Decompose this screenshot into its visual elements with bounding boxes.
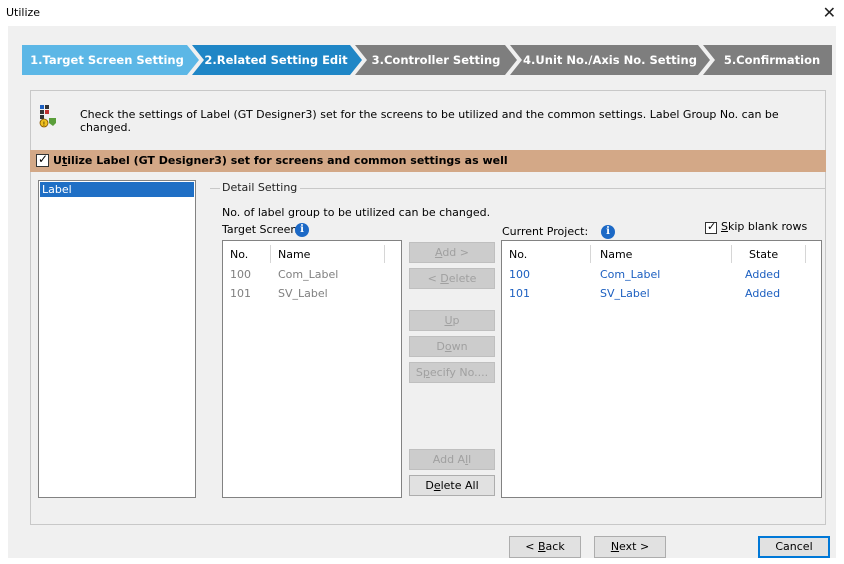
back-rest: ack	[545, 540, 565, 553]
add-all-button[interactable]: Add All	[409, 449, 495, 470]
down-rest: wn	[451, 340, 468, 353]
current-col-no[interactable]: No.	[509, 248, 527, 261]
target-col-no[interactable]: No.	[230, 248, 248, 261]
back-button[interactable]: < Back	[509, 536, 581, 558]
utilize-label-prefix: U	[53, 154, 62, 167]
cancel-button[interactable]: Cancel	[758, 536, 830, 558]
current-col-sep-2	[731, 245, 732, 263]
current-col-sep-1	[590, 245, 591, 263]
specify-prefix: S	[415, 366, 423, 379]
current-row-1-name[interactable]: Com_Label	[600, 268, 660, 281]
target-row-1-name[interactable]: Com_Label	[278, 268, 338, 281]
add-button[interactable]: Add >	[409, 242, 495, 263]
down-button[interactable]: Down	[409, 336, 495, 357]
next-accel: N	[610, 540, 620, 553]
up-accel: U	[444, 314, 453, 327]
target-info-icon[interactable]: i	[295, 223, 309, 237]
info-row: ! Check the settings of Label (GT Design…	[38, 100, 826, 140]
utilize-band: Utilize Label (GT Designer3) set for scr…	[30, 150, 826, 172]
next-rest: ext >	[619, 540, 650, 553]
down-prefix: D	[436, 340, 445, 353]
current-row-2-no[interactable]: 101	[509, 287, 530, 300]
group-divider-left	[210, 188, 220, 189]
delete-button[interactable]: < Delete	[409, 268, 495, 289]
skip-label-accel: S	[721, 220, 728, 233]
detail-setting-label: Detail Setting	[222, 181, 298, 194]
specify-accel: p	[422, 366, 430, 379]
step-1: 1.Target Screen Setting	[22, 45, 192, 75]
current-row-1-no[interactable]: 100	[509, 268, 530, 281]
current-row-2-state[interactable]: Added	[745, 287, 780, 300]
add-rest: dd >	[442, 246, 470, 259]
target-row-2-no[interactable]: 101	[230, 287, 251, 300]
wizard-steps: 1.Target Screen Setting 2.Related Settin…	[22, 45, 832, 75]
add-all-rest: l	[468, 453, 472, 466]
delete-all-button[interactable]: Delete All	[409, 475, 495, 496]
window-title: Utilize	[6, 6, 41, 19]
step-2: 2.Related Setting Edit	[200, 45, 352, 75]
up-rest: p	[452, 314, 460, 327]
step-4-label: 4.Unit No./Axis No. Setting	[523, 53, 697, 67]
detail-description: No. of label group to be utilized can be…	[222, 206, 491, 219]
delete-rest: elete	[448, 272, 477, 285]
skip-label-rest: kip blank rows	[727, 220, 808, 233]
skip-blank-rows-box[interactable]	[705, 220, 717, 234]
utilize-label-rest: ilize Label (GT Designer3) set for scree…	[67, 154, 508, 167]
back-accel: B	[538, 540, 546, 553]
target-screen-list[interactable]: No. Name 100 Com_Label 101 SV_Label	[222, 240, 402, 498]
current-row-1-state[interactable]: Added	[745, 268, 780, 281]
target-col-sep-1	[270, 245, 271, 263]
next-button[interactable]: Next >	[594, 536, 666, 558]
up-button[interactable]: Up	[409, 310, 495, 331]
current-col-state[interactable]: State	[749, 248, 778, 261]
group-divider-right	[300, 188, 826, 189]
skip-blank-rows-label: Skip blank rows	[721, 220, 807, 233]
current-col-sep-3	[805, 245, 806, 263]
close-icon[interactable]: ✕	[823, 3, 836, 22]
delete-accel: D	[440, 272, 449, 285]
step-4: 4.Unit No./Axis No. Setting	[518, 45, 702, 75]
specify-no-button[interactable]: Specify No....	[409, 362, 495, 383]
current-row-2-name[interactable]: SV_Label	[600, 287, 650, 300]
delete-prefix: <	[427, 272, 441, 285]
back-prefix: <	[525, 540, 538, 553]
step-1-label: 1.Target Screen Setting	[30, 53, 184, 67]
label-settings-icon: !	[39, 105, 56, 128]
delete-all-rest: lete All	[440, 479, 479, 492]
step-3: 3.Controller Setting	[365, 45, 507, 75]
step-3-label: 3.Controller Setting	[371, 53, 501, 67]
svg-text:!: !	[43, 121, 45, 128]
down-accel: o	[444, 340, 452, 353]
target-col-sep-2	[384, 245, 385, 263]
info-text: Check the settings of Label (GT Designer…	[80, 108, 779, 134]
current-col-name[interactable]: Name	[600, 248, 632, 261]
specify-rest: ecify No....	[429, 366, 489, 379]
target-screen-header: Target Screen:	[222, 223, 302, 236]
utilize-checkbox-label[interactable]: Utilize Label (GT Designer3) set for scr…	[53, 154, 508, 167]
delete-all-prefix: D	[425, 479, 434, 492]
add-all-prefix: Add A	[432, 453, 466, 466]
title-bar: Utilize ✕	[0, 0, 844, 26]
delete-all-accel: e	[433, 479, 441, 492]
step-5: 5.Confirmation	[712, 45, 832, 75]
current-project-header: Current Project:	[502, 225, 589, 238]
category-tree[interactable]: Label	[38, 180, 196, 498]
step-5-label: 5.Confirmation	[723, 53, 821, 67]
current-info-icon[interactable]: i	[601, 225, 615, 239]
utilize-checkbox[interactable]	[36, 152, 49, 167]
tree-item-label[interactable]: Label	[40, 182, 194, 197]
target-row-1-no[interactable]: 100	[230, 268, 251, 281]
target-col-name[interactable]: Name	[278, 248, 310, 261]
current-project-list[interactable]: No. Name State 100 Com_Label Added 101 S…	[501, 240, 822, 498]
step-2-label: 2.Related Setting Edit	[204, 53, 348, 67]
target-row-2-name[interactable]: SV_Label	[278, 287, 328, 300]
